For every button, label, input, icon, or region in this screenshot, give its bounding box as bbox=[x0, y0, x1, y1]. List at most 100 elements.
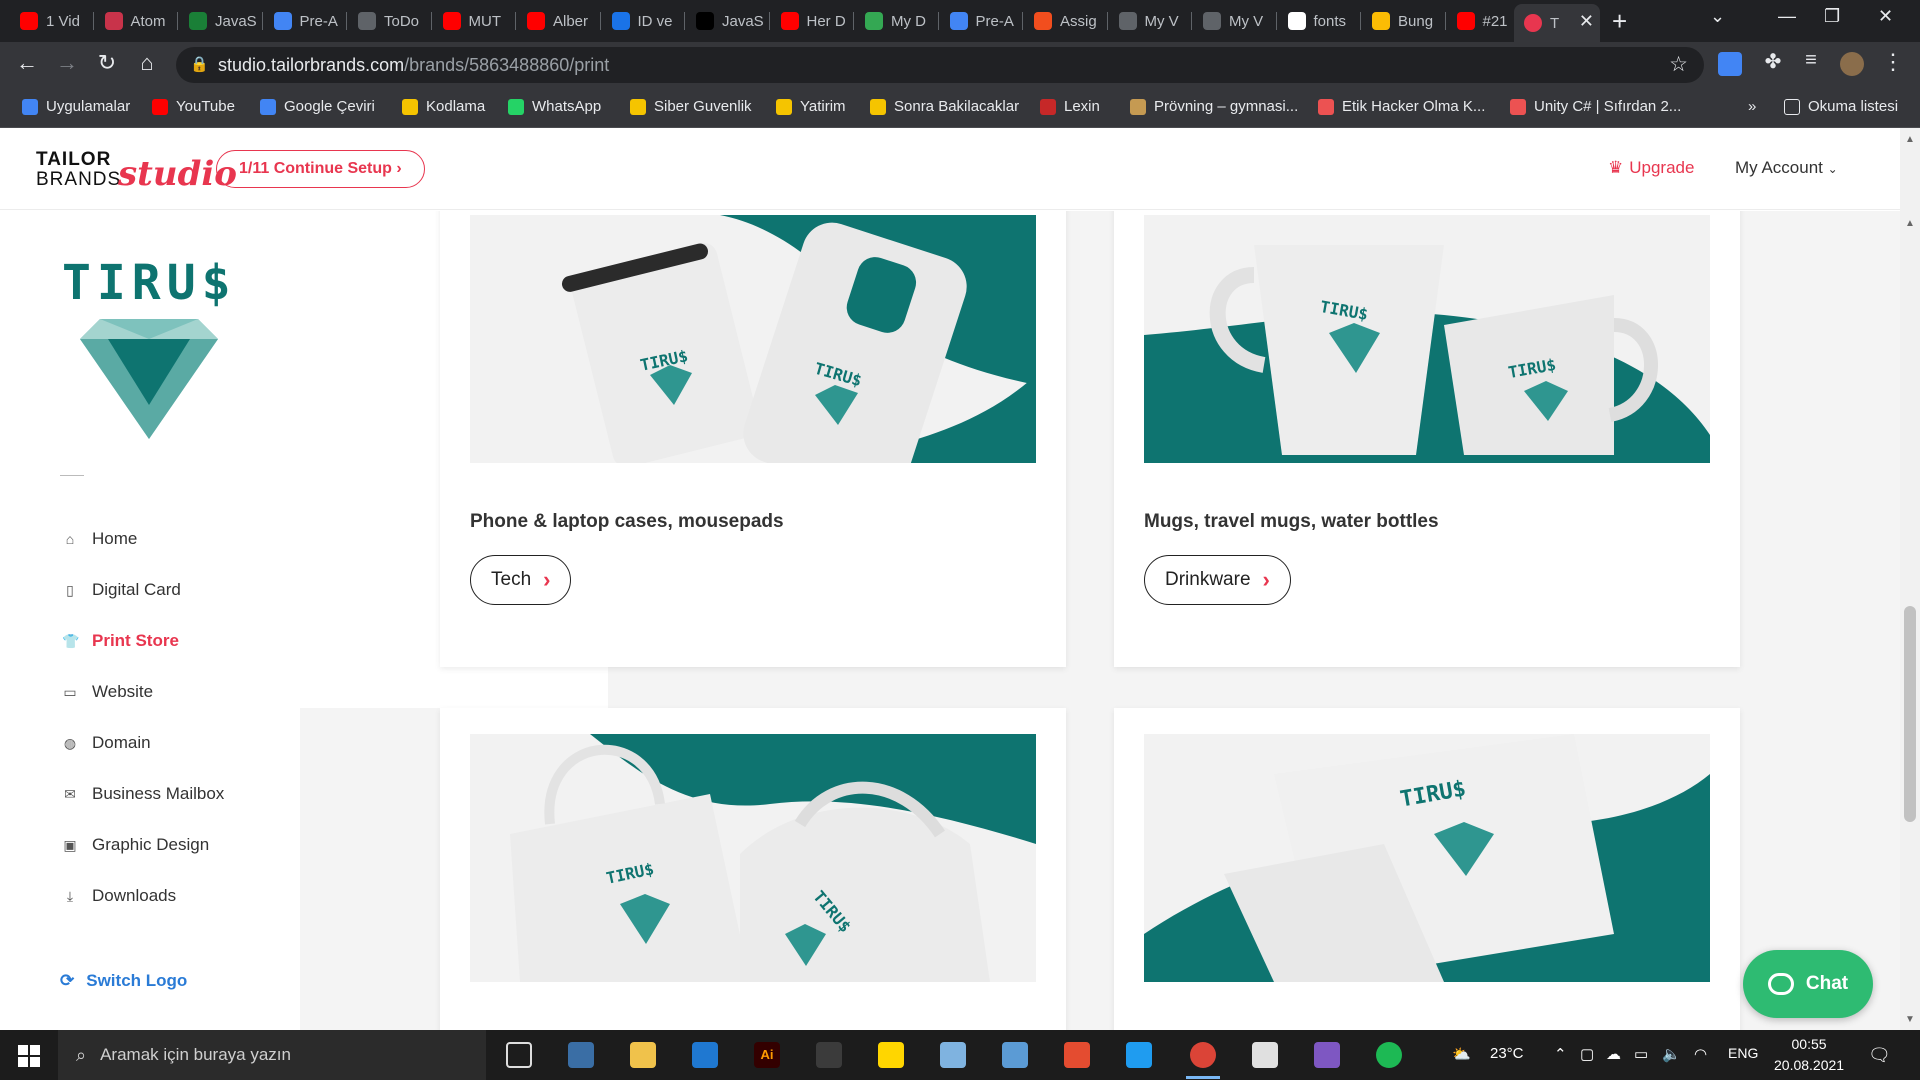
weather-temperature[interactable]: 23°C bbox=[1490, 1045, 1524, 1062]
bookmarks-overflow[interactable]: » bbox=[1748, 98, 1756, 115]
bookmark-item[interactable]: Lexin bbox=[1040, 98, 1100, 115]
browser-tab[interactable]: Alber bbox=[517, 6, 598, 36]
bookmark-item[interactable]: Siber Guvenlik bbox=[630, 98, 752, 115]
spotify-app-icon[interactable] bbox=[1376, 1042, 1402, 1068]
task-view-icon[interactable] bbox=[506, 1042, 532, 1068]
product-card-stationery[interactable]: TIRU$ bbox=[1114, 708, 1740, 1030]
wifi-icon[interactable]: ◠ bbox=[1694, 1045, 1707, 1063]
battery-icon[interactable]: ▭ bbox=[1634, 1045, 1648, 1063]
windows-start-icon[interactable] bbox=[18, 1045, 40, 1067]
virtualbox-app-icon[interactable] bbox=[1002, 1042, 1028, 1068]
browser-tab-active[interactable]: T ✕ bbox=[1514, 4, 1600, 42]
reload-icon[interactable]: ↻ bbox=[92, 50, 122, 76]
restore-icon[interactable]: ❐ bbox=[1824, 6, 1840, 27]
system-clock[interactable]: 00:55 20.08.2021 bbox=[1774, 1034, 1844, 1076]
switch-logo-button[interactable]: ⟳ Switch Logo bbox=[60, 971, 187, 991]
mail-app-icon[interactable] bbox=[692, 1042, 718, 1068]
onedrive-icon[interactable]: ☁ bbox=[1606, 1045, 1621, 1063]
bookmark-item[interactable]: Google Çeviri bbox=[260, 98, 375, 115]
chrome-app-icon[interactable] bbox=[1186, 1042, 1220, 1079]
calculator-app-icon[interactable] bbox=[568, 1042, 594, 1068]
continue-setup-button[interactable]: 1/11 Continue Setup › bbox=[216, 150, 425, 188]
unity-app-icon[interactable] bbox=[1252, 1042, 1278, 1068]
my-account-menu[interactable]: My Account ⌄ bbox=[1735, 158, 1838, 178]
vscode-app-icon[interactable] bbox=[1126, 1042, 1152, 1068]
close-window-icon[interactable]: ✕ bbox=[1878, 6, 1893, 27]
translate-extension-icon[interactable] bbox=[1718, 52, 1742, 76]
bookmark-item[interactable]: Sonra Bakilacaklar bbox=[870, 98, 1019, 115]
sidebar-item-domain[interactable]: ◍ Domain bbox=[62, 733, 151, 753]
page-scrollbar[interactable]: ▲ ▲ ▼ bbox=[1900, 128, 1920, 1030]
browser-tab[interactable]: 1 Vid bbox=[10, 6, 91, 36]
sidebar-item-digital-card[interactable]: ▯ Digital Card bbox=[62, 580, 181, 600]
browser-tab[interactable]: Atom bbox=[95, 6, 176, 36]
bookmark-item[interactable]: YouTube bbox=[152, 98, 235, 115]
bookmark-star-icon[interactable]: ☆ bbox=[1669, 52, 1688, 77]
bookmark-item[interactable]: Unity C# | Sıfırdan 2... bbox=[1510, 98, 1681, 115]
lock-icon[interactable]: 🔒 bbox=[190, 55, 209, 73]
ableton-live-app-icon[interactable] bbox=[816, 1042, 842, 1068]
tailor-brands-logo[interactable]: TAILOR BRANDS studio bbox=[36, 150, 237, 195]
media-control-icon[interactable]: ≡ bbox=[1796, 49, 1826, 72]
home-icon[interactable]: ⌂ bbox=[132, 50, 162, 76]
scroll-up-icon[interactable]: ▲ bbox=[1905, 134, 1915, 145]
tab-search-icon[interactable]: ⌄ bbox=[1710, 6, 1725, 27]
browser-tab[interactable]: MUT bbox=[433, 6, 514, 36]
input-language[interactable]: ENG bbox=[1728, 1045, 1758, 1061]
profile-avatar[interactable] bbox=[1840, 52, 1864, 76]
sidebar-item-graphic-design[interactable]: ▣ Graphic Design bbox=[62, 835, 209, 855]
sidebar-item-business-mailbox[interactable]: ✉ Business Mailbox bbox=[62, 784, 224, 804]
scroll-down-icon[interactable]: ▼ bbox=[1905, 1014, 1915, 1025]
browser-tab[interactable]: Assig bbox=[1024, 6, 1105, 36]
file-explorer-app-icon[interactable] bbox=[630, 1042, 656, 1068]
sidebar-item-downloads[interactable]: ⤓ Downloads bbox=[62, 886, 176, 906]
tray-overflow-icon[interactable]: ⌃ bbox=[1554, 1045, 1567, 1063]
3d-viewer-app-icon[interactable] bbox=[940, 1042, 966, 1068]
browser-tab[interactable]: ID ve bbox=[602, 6, 683, 36]
browser-tab[interactable]: My V bbox=[1193, 6, 1274, 36]
browser-tab[interactable]: Bung bbox=[1362, 6, 1443, 36]
bookmark-item[interactable]: Yatirim bbox=[776, 98, 846, 115]
weather-icon[interactable]: ⛅ bbox=[1452, 1045, 1471, 1063]
browser-tab[interactable]: My V bbox=[1109, 6, 1190, 36]
product-card-drinkware[interactable]: TIRU$ TIRU$ Mugs, travel mugs, water bot… bbox=[1114, 211, 1740, 667]
sidebar-item-home[interactable]: ⌂ Home bbox=[62, 529, 138, 549]
minimize-icon[interactable]: — bbox=[1778, 6, 1796, 27]
forward-icon[interactable]: → bbox=[52, 50, 82, 76]
browser-tab[interactable]: Her D bbox=[771, 6, 852, 36]
browser-tab[interactable]: Pre-A bbox=[940, 6, 1021, 36]
drinkware-button[interactable]: Drinkware › bbox=[1144, 555, 1291, 605]
visual-studio-app-icon[interactable] bbox=[1314, 1042, 1340, 1068]
address-bar[interactable]: 🔒 studio.tailorbrands.com/brands/5863488… bbox=[176, 47, 1704, 83]
sticky-notes-app-icon[interactable] bbox=[878, 1042, 904, 1068]
new-tab-button[interactable]: + bbox=[1612, 6, 1627, 37]
bookmark-item[interactable]: WhatsApp bbox=[508, 98, 601, 115]
bookmark-item[interactable]: Etik Hacker Olma K... bbox=[1318, 98, 1485, 115]
browser-menu-icon[interactable]: ⋮ bbox=[1878, 49, 1908, 75]
product-card-bags[interactable]: TIRU$ TIRU$ bbox=[440, 708, 1066, 1030]
bookmark-item[interactable]: Uygulamalar bbox=[22, 98, 130, 115]
tray-app-icon[interactable]: ▢ bbox=[1580, 1045, 1594, 1063]
browser-tab[interactable]: fonts bbox=[1278, 6, 1359, 36]
close-tab-icon[interactable]: ✕ bbox=[1579, 11, 1594, 32]
browser-tab[interactable]: ToDo bbox=[348, 6, 429, 36]
scroll-thumb[interactable] bbox=[1904, 606, 1916, 822]
extensions-puzzle-icon[interactable]: ✤ bbox=[1758, 49, 1788, 74]
volume-icon[interactable]: 🔈 bbox=[1662, 1045, 1681, 1063]
git-app-icon[interactable] bbox=[1064, 1042, 1090, 1068]
browser-tab[interactable]: My D bbox=[855, 6, 936, 36]
browser-tab[interactable]: JavaS bbox=[686, 6, 767, 36]
url-text[interactable]: studio.tailorbrands.com/brands/586348886… bbox=[218, 55, 609, 76]
bookmark-item[interactable]: Kodlama bbox=[402, 98, 485, 115]
taskbar-search-box[interactable]: ⌕ Aramak için buraya yazın bbox=[58, 1030, 486, 1080]
sidebar-item-print-store[interactable]: 👕 Print Store bbox=[62, 631, 179, 651]
upgrade-link[interactable]: ♛ Upgrade bbox=[1608, 158, 1694, 178]
notification-center-icon[interactable]: 🗨 bbox=[1868, 1045, 1891, 1066]
sidebar-item-website[interactable]: ▭ Website bbox=[62, 682, 153, 702]
back-icon[interactable]: ← bbox=[12, 50, 42, 76]
reading-list-button[interactable]: Okuma listesi bbox=[1784, 98, 1898, 115]
browser-tab[interactable]: Pre-A bbox=[264, 6, 345, 36]
chat-button[interactable]: Chat bbox=[1743, 950, 1873, 1018]
scroll-up-icon[interactable]: ▲ bbox=[1905, 218, 1915, 229]
product-card-tech[interactable]: TIRU$ TIRU$ Phone & laptop cases, mousep… bbox=[440, 211, 1066, 667]
